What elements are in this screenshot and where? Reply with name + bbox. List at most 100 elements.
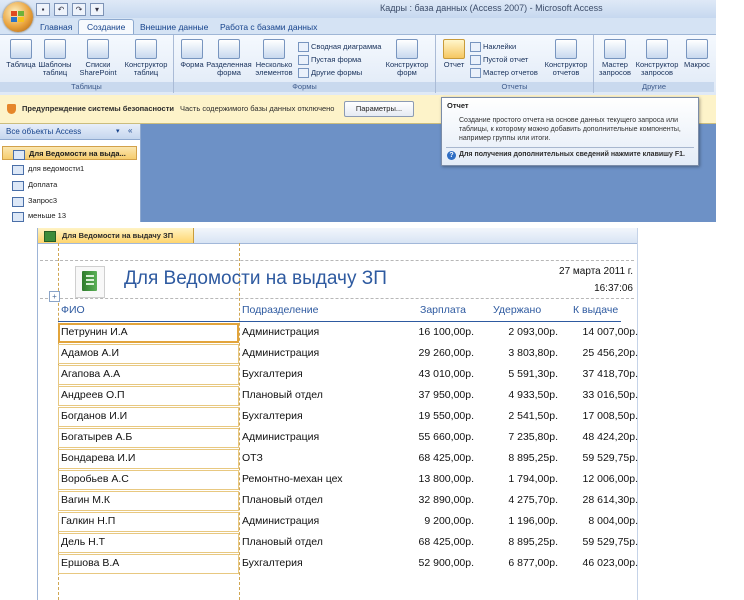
- cell-withheld: 1 196,00р.: [508, 515, 558, 527]
- table-designer-icon: [135, 39, 157, 59]
- macro-button[interactable]: Макрос: [682, 39, 712, 69]
- table-designer-button[interactable]: Конструктор таблиц: [122, 39, 170, 77]
- table-icon: [10, 39, 32, 59]
- cell-payout: 46 023,00р.: [582, 557, 638, 569]
- report-title: Для Ведомости на выдачу ЗП: [124, 268, 387, 289]
- cell-withheld: 8 895,25р.: [508, 536, 558, 548]
- column-header-payout: К выдаче: [573, 304, 619, 316]
- table-row[interactable]: Ершова В.А Бухгалтерия 52 900,00р. 6 877,00…: [58, 554, 638, 575]
- cell-payout: 25 456,20р.: [582, 347, 638, 359]
- form-icon: [181, 39, 203, 59]
- table-row[interactable]: Адамов А.И Администрация 29 260,00р. 3 803,…: [58, 344, 638, 365]
- redo-icon[interactable]: ↷: [72, 3, 86, 16]
- tab-home[interactable]: Главная: [32, 20, 80, 34]
- cell-fio: Дель Н.Т: [61, 536, 106, 548]
- cell-withheld: 1 794,00р.: [508, 473, 558, 485]
- undo-icon[interactable]: ↶: [54, 3, 68, 16]
- cell-withheld: 3 803,80р.: [508, 347, 558, 359]
- report-document-tab[interactable]: Для Ведомости на выдачу ЗП: [38, 228, 194, 243]
- cell-salary: 55 660,00р.: [418, 431, 474, 443]
- table-templates-button[interactable]: Шаблоны таблиц: [38, 39, 72, 77]
- labels-button[interactable]: Наклейки: [470, 41, 516, 52]
- cell-salary: 19 550,00р.: [418, 410, 474, 422]
- table-button[interactable]: Таблица: [6, 39, 36, 69]
- other-forms-button[interactable]: Другие формы: [298, 67, 362, 78]
- cell-department: Бухгалтерия: [242, 368, 303, 380]
- cell-fio: Богданов И.И: [61, 410, 128, 422]
- table-row[interactable]: Воробьев А.С Ремонтно-механ цех 13 800,00р…: [58, 470, 638, 491]
- cell-payout: 48 424,20р.: [582, 431, 638, 443]
- quick-access-toolbar: ▪ ↶ ↷ ▾: [36, 3, 104, 16]
- table-row[interactable]: Вагин М.К Плановый отдел 32 890,00р. 4 275,…: [58, 491, 638, 512]
- table-row[interactable]: Богданов И.И Бухгалтерия 19 550,00р. 2 541,…: [58, 407, 638, 428]
- layout-selector-icon[interactable]: +: [49, 291, 60, 302]
- customize-qat-icon[interactable]: ▾: [90, 3, 104, 16]
- nav-item-query[interactable]: Для Ведомости на выда...: [2, 146, 137, 160]
- query-designer-button[interactable]: Конструктор запросов: [634, 39, 680, 77]
- report-date: 27 марта 2011 г.: [559, 266, 633, 277]
- report-wizard-button[interactable]: Мастер отчетов: [470, 67, 538, 78]
- office-logo-icon: [11, 11, 24, 22]
- cell-fio: Галкин Н.П: [61, 515, 116, 527]
- report-button[interactable]: Отчет: [439, 39, 469, 69]
- cell-department: Плановый отдел: [242, 536, 323, 548]
- ribbon-tabs: Главная Создание Внешние данные Работа с…: [0, 18, 716, 34]
- nav-item-query[interactable]: Доплата: [2, 178, 137, 192]
- query-icon: [12, 165, 24, 175]
- query-wizard-button[interactable]: Мастер запросов: [596, 39, 634, 77]
- form-designer-button[interactable]: Конструктор форм: [384, 39, 430, 77]
- header-underline: [58, 321, 621, 322]
- cell-department: Плановый отдел: [242, 389, 323, 401]
- group-label-reports: Отчеты: [436, 82, 593, 92]
- report-icon: [44, 231, 56, 242]
- navigation-pane-header[interactable]: Все объекты Access ▾ «: [0, 124, 140, 140]
- report-designer-button[interactable]: Конструктор отчетов: [542, 39, 590, 77]
- options-button[interactable]: Параметры...: [344, 101, 414, 117]
- blank-form-button[interactable]: Пустая форма: [298, 54, 361, 65]
- office-button[interactable]: [3, 2, 33, 32]
- tab-create[interactable]: Создание: [78, 19, 135, 34]
- cell-withheld: 8 895,25р.: [508, 452, 558, 464]
- pivot-chart-button[interactable]: Сводная диаграмма: [298, 41, 381, 52]
- report-designer-icon: [555, 39, 577, 59]
- table-row[interactable]: Агапова А.А Бухгалтерия 43 010,00р. 5 591,3…: [58, 365, 638, 386]
- form-designer-icon: [396, 39, 418, 59]
- tab-database-tools[interactable]: Работа с базами данных: [212, 20, 325, 34]
- form-button[interactable]: Форма: [178, 39, 206, 69]
- cell-fio: Бондарева И.И: [61, 452, 136, 464]
- report-view: Для Ведомости на выдачу ЗП Для Ведомости…: [37, 228, 638, 600]
- tab-external-data[interactable]: Внешние данные: [132, 20, 216, 34]
- cell-payout: 37 418,70р.: [582, 368, 638, 380]
- cell-payout: 17 008,50р.: [582, 410, 638, 422]
- report-logo: [75, 266, 105, 298]
- cell-salary: 16 100,00р.: [418, 326, 474, 338]
- nav-item-query[interactable]: меньше 13: [2, 209, 137, 222]
- cell-payout: 33 016,50р.: [582, 389, 638, 401]
- table-row[interactable]: Бондарева И.И ОТЗ 68 425,00р. 8 895,25р. 59 …: [58, 449, 638, 470]
- nav-item-query[interactable]: для ведомости1: [2, 162, 137, 176]
- cell-salary: 68 425,00р.: [418, 452, 474, 464]
- nav-item-query[interactable]: Запрос3: [2, 194, 137, 208]
- cell-withheld: 7 235,80р.: [508, 431, 558, 443]
- blank-report-button[interactable]: Пустой отчет: [470, 54, 528, 65]
- multiple-items-button[interactable]: Несколько элементов: [253, 39, 295, 77]
- table-row[interactable]: Петрунин И.А Администрация 16 100,00р. 2 09…: [58, 323, 638, 344]
- table-row[interactable]: Андреев О.П Плановый отдел 37 950,00р. 4 93…: [58, 386, 638, 407]
- cell-salary: 52 900,00р.: [418, 557, 474, 569]
- sharepoint-icon: [87, 39, 109, 59]
- cell-withheld: 5 591,30р.: [508, 368, 558, 380]
- collapse-pane-icon[interactable]: «: [128, 126, 132, 135]
- chevron-down-icon[interactable]: ▾: [116, 127, 120, 135]
- query-designer-icon: [646, 39, 668, 59]
- table-row[interactable]: Дель Н.Т Плановый отдел 68 425,00р. 8 895,2…: [58, 533, 638, 554]
- query-icon: [12, 212, 24, 222]
- cell-salary: 43 010,00р.: [418, 368, 474, 380]
- cell-salary: 29 260,00р.: [418, 347, 474, 359]
- table-row[interactable]: Галкин Н.П Администрация 9 200,00р. 1 196,0…: [58, 512, 638, 533]
- save-icon[interactable]: ▪: [36, 3, 50, 16]
- column-header-fio: ФИО: [61, 304, 85, 316]
- split-form-button[interactable]: Разделенная форма: [206, 39, 252, 77]
- sharepoint-lists-button[interactable]: Списки SharePoint: [76, 39, 120, 77]
- table-row[interactable]: Богатырев А.Б Администрация 55 660,00р. 7 2…: [58, 428, 638, 449]
- cell-salary: 68 425,00р.: [418, 536, 474, 548]
